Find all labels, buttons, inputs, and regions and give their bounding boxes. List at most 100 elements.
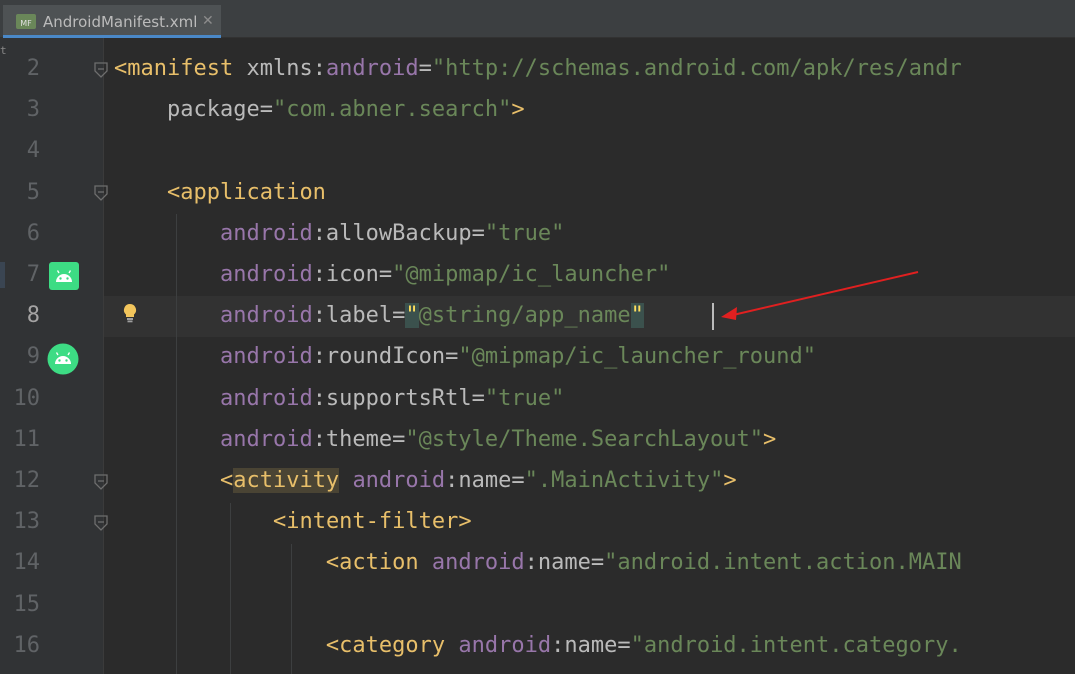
code-token: :name= xyxy=(445,468,525,493)
code-token: = xyxy=(259,97,273,122)
code-token: :name= xyxy=(551,633,631,658)
line-number: 3 xyxy=(26,97,40,122)
code-token: :roundIcon= xyxy=(312,344,459,369)
code-token: "true" xyxy=(484,386,565,411)
code-token: = xyxy=(418,56,432,81)
code-token: application xyxy=(180,180,326,205)
manifest-file-icon: MF xyxy=(16,14,36,29)
code-line[interactable]: android:icon="@mipmap/ic_launcher" xyxy=(114,254,670,295)
code-token: android xyxy=(219,303,313,328)
fold-marker-icon[interactable] xyxy=(93,185,109,201)
line-number: 7 xyxy=(26,262,40,287)
code-line[interactable]: <application xyxy=(114,172,326,213)
code-token: < xyxy=(272,509,287,534)
code-line[interactable]: android:label="@string/app_name" xyxy=(114,295,644,336)
tab-android-manifest[interactable]: MF AndroidManifest.xml ✕ xyxy=(3,5,221,38)
code-token: < xyxy=(325,633,340,658)
code-line[interactable]: <category android:name="android.intent.c… xyxy=(114,625,962,666)
code-line[interactable]: android:theme="@style/Theme.SearchLayout… xyxy=(114,419,776,460)
code-token: " xyxy=(405,303,419,328)
line-number: 8 xyxy=(26,303,40,328)
indent-guide xyxy=(230,503,231,674)
code-token: "@style/Theme.SearchLayout" xyxy=(405,427,764,452)
code-token: "com.abner.search" xyxy=(272,97,512,122)
code-token: " xyxy=(630,303,644,328)
code-token: :supportsRtl= xyxy=(312,386,485,411)
code-token: android xyxy=(325,56,419,81)
code-line[interactable]: <manifest xmlns:android="http://schemas.… xyxy=(114,48,962,89)
tab-label: AndroidManifest.xml xyxy=(43,13,198,31)
line-number: 9 xyxy=(26,344,40,369)
line-number: 16 xyxy=(13,633,41,658)
code-token: > xyxy=(763,427,777,452)
code-line[interactable]: <action android:name="android.intent.act… xyxy=(114,542,962,583)
code-token: "android.intent.category. xyxy=(630,633,962,658)
code-token: xmlns: xyxy=(233,56,326,81)
code-token: "true" xyxy=(484,221,565,246)
code-token: category xyxy=(339,633,446,658)
code-token: < xyxy=(114,56,128,81)
text-caret xyxy=(712,303,714,330)
code-token: > xyxy=(458,509,472,534)
android-round-launcher-icon[interactable] xyxy=(47,343,79,375)
code-token: ".MainActivity" xyxy=(524,468,724,493)
line-number: 4 xyxy=(26,138,40,163)
code-token: manifest xyxy=(127,56,234,81)
code-token: "@mipmap/ic_launcher" xyxy=(392,262,671,287)
code-token: :name= xyxy=(524,550,605,575)
code-line[interactable]: package="com.abner.search"> xyxy=(114,89,525,130)
code-line[interactable]: <activity android:name=".MainActivity"> xyxy=(114,460,737,501)
code-token: android xyxy=(219,386,313,411)
code-token: android xyxy=(458,633,552,658)
code-token: android xyxy=(219,221,313,246)
code-line[interactable]: android:roundIcon="@mipmap/ic_launcher_r… xyxy=(114,336,816,377)
code-token: "android.intent.action.MAIN xyxy=(604,550,962,575)
indent-guide xyxy=(291,544,292,674)
red-arrow-annotation xyxy=(721,271,919,320)
code-token: android xyxy=(431,550,525,575)
code-token: android xyxy=(219,427,313,452)
code-token: "@mipmap/ic_launcher_round" xyxy=(458,344,817,369)
code-token: action xyxy=(339,550,419,575)
lightbulb-icon[interactable] xyxy=(121,302,139,324)
fold-marker-icon[interactable] xyxy=(93,474,109,490)
android-launcher-icon[interactable] xyxy=(49,262,79,290)
code-token: < xyxy=(325,550,340,575)
code-line[interactable]: <intent-filter> xyxy=(114,501,472,542)
code-token: android xyxy=(219,262,313,287)
code-token: < xyxy=(166,180,181,205)
code-token: android xyxy=(352,468,446,493)
line-number: 11 xyxy=(13,427,41,452)
code-token: :icon= xyxy=(312,262,393,287)
line-number: 5 xyxy=(26,180,40,205)
close-icon[interactable]: ✕ xyxy=(202,13,214,29)
line-number: 2 xyxy=(26,56,40,81)
code-token: @string/app_name xyxy=(418,303,631,328)
code-token: :theme= xyxy=(312,427,406,452)
code-line[interactable]: android:allowBackup="true" xyxy=(114,213,564,254)
line-number: 13 xyxy=(13,509,41,534)
code-token: > xyxy=(723,468,737,493)
line-number: 12 xyxy=(13,468,41,493)
code-token: > xyxy=(511,97,525,122)
code-token: intent-filter xyxy=(286,509,459,534)
line-number: 6 xyxy=(26,221,40,246)
fold-marker-icon[interactable] xyxy=(93,62,109,78)
code-token: :label= xyxy=(312,303,406,328)
indent-guide xyxy=(176,214,177,674)
code-line[interactable]: android:supportsRtl="true" xyxy=(114,378,564,419)
line-number: 10 xyxy=(13,386,41,411)
fold-marker-icon[interactable] xyxy=(93,515,109,531)
code-token: < xyxy=(219,468,234,493)
line-number: 14 xyxy=(13,550,41,575)
